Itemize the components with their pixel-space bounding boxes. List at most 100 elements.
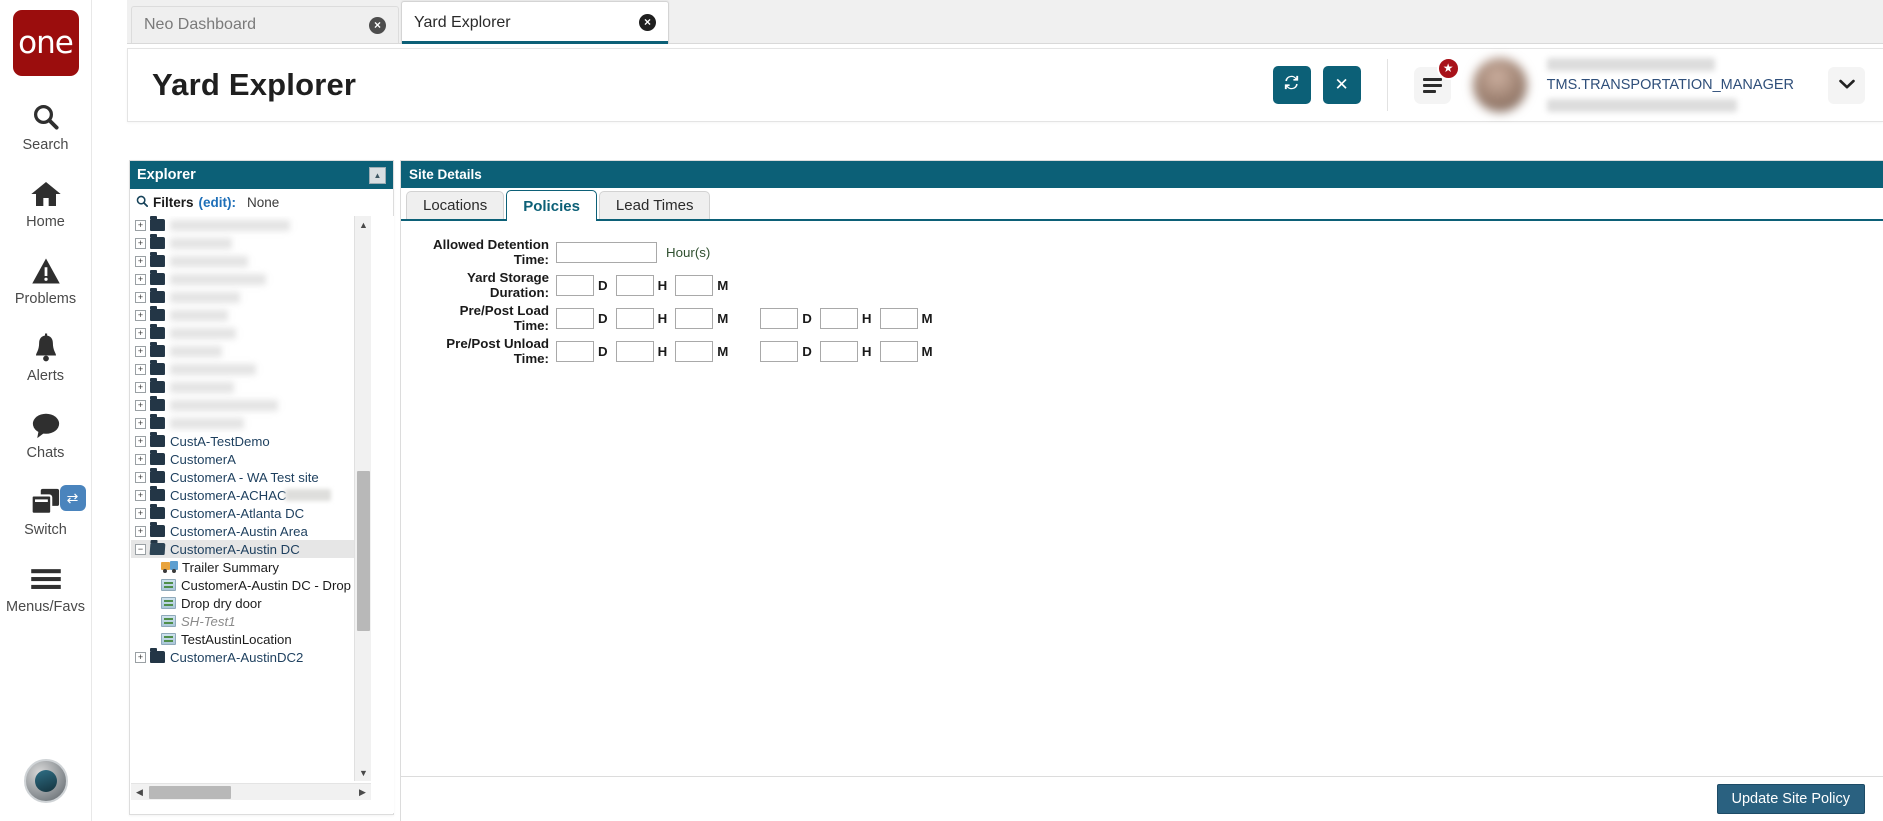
- triangle-down-icon[interactable]: ▼: [355, 764, 372, 781]
- tree-node[interactable]: +: [131, 414, 371, 432]
- tree-expand-icon[interactable]: +: [135, 291, 146, 303]
- swap-arrows-icon[interactable]: ⇄: [59, 485, 86, 511]
- tree-expand-icon[interactable]: +: [135, 489, 146, 501]
- post-load-minutes-input[interactable]: [879, 307, 918, 329]
- tree-expand-icon[interactable]: +: [135, 327, 146, 339]
- rail-item-menus-favs[interactable]: Menus/Favs: [0, 562, 92, 615]
- triangle-right-icon[interactable]: ▶: [354, 784, 371, 801]
- tree-expand-icon[interactable]: +: [135, 471, 146, 483]
- tree-expand-icon[interactable]: +: [135, 345, 146, 357]
- tree-node[interactable]: +: [131, 396, 371, 414]
- update-site-policy-button[interactable]: Update Site Policy: [1716, 784, 1865, 814]
- browser-tab-yard-explorer[interactable]: Yard Explorer ×: [401, 1, 669, 44]
- tree-expand-icon[interactable]: +: [135, 651, 146, 663]
- refresh-button[interactable]: [1272, 66, 1311, 104]
- tree-leaf[interactable]: Drop dry door: [131, 594, 371, 612]
- explorer-tree[interactable]: + + + + + + + + + + + + + CustA-TestDemo + CustomerA + Cu…: [131, 216, 371, 781]
- tree-expand-icon[interactable]: +: [135, 399, 146, 411]
- assistant-avatar-button[interactable]: [23, 759, 68, 803]
- tree-expand-icon[interactable]: +: [135, 363, 146, 375]
- tree-collapse-icon[interactable]: −: [135, 543, 146, 555]
- rail-item-switch[interactable]: ⇄ Switch: [0, 485, 92, 538]
- tree-node[interactable]: +: [131, 378, 371, 396]
- rail-item-label: Search: [22, 137, 69, 153]
- tree-node[interactable]: +: [131, 342, 371, 360]
- post-unload-minutes-input[interactable]: [879, 340, 918, 362]
- tree-expand-icon[interactable]: +: [135, 273, 146, 285]
- tree-node[interactable]: +: [131, 324, 371, 342]
- post-unload-hours-input[interactable]: [819, 340, 858, 362]
- tree-leaf[interactable]: CustomerA-Austin DC - Drop: [131, 576, 371, 594]
- one-network-logo[interactable]: one: [12, 10, 79, 76]
- rail-item-chats[interactable]: Chats: [0, 408, 92, 461]
- tree-node[interactable]: + CustomerA-AustinDC2: [131, 648, 371, 666]
- tree-node[interactable]: + CustA-TestDemo: [131, 432, 371, 450]
- tree-expand-icon[interactable]: +: [135, 237, 146, 249]
- tree-expand-icon[interactable]: +: [135, 507, 146, 519]
- tree-node[interactable]: +: [131, 270, 371, 288]
- pre-load-minutes-input[interactable]: [675, 307, 714, 329]
- rail-item-search[interactable]: Search: [0, 100, 92, 153]
- tree-node[interactable]: +: [131, 252, 371, 270]
- tree-leaf[interactable]: SH-Test1: [131, 612, 371, 630]
- avatar[interactable]: [1472, 58, 1527, 112]
- rail-item-alerts[interactable]: Alerts: [0, 331, 92, 384]
- tab-lead-times[interactable]: Lead Times: [598, 191, 711, 219]
- tree-horizontal-scrollbar[interactable]: ◀ ▶: [131, 783, 371, 800]
- pre-unload-hours-input[interactable]: [615, 340, 654, 362]
- tab-locations[interactable]: Locations: [406, 191, 505, 219]
- user-menu-button[interactable]: [1828, 66, 1865, 104]
- tree-node[interactable]: +: [131, 288, 371, 306]
- tree-expand-icon[interactable]: +: [135, 525, 146, 537]
- triangle-up-icon[interactable]: ▲: [355, 216, 372, 233]
- close-circle-icon[interactable]: ×: [369, 16, 386, 34]
- tree-expand-icon[interactable]: +: [135, 381, 146, 393]
- tree-node[interactable]: +: [131, 306, 371, 324]
- vertical-scroll-thumb[interactable]: [357, 471, 370, 631]
- browser-tab-neo-dashboard[interactable]: Neo Dashboard ×: [131, 6, 399, 43]
- rail-item-problems[interactable]: Problems: [0, 254, 92, 307]
- horizontal-scroll-thumb[interactable]: [149, 786, 231, 799]
- tree-node-label: CustomerA: [170, 451, 236, 467]
- favorites-menu-button[interactable]: ★: [1413, 56, 1460, 104]
- yard-storage-hours-input[interactable]: [615, 274, 654, 296]
- rail-item-home[interactable]: Home: [0, 177, 92, 230]
- tree-leaf[interactable]: TestAustinLocation: [131, 630, 371, 648]
- tree-node[interactable]: − CustomerA-Austin DC: [131, 540, 371, 558]
- pre-unload-days-input[interactable]: [556, 340, 594, 362]
- tree-node[interactable]: + CustomerA-Austin Area: [131, 522, 371, 540]
- tree-node[interactable]: + CustomerA: [131, 450, 371, 468]
- pre-load-hours-input[interactable]: [615, 307, 654, 329]
- post-unload-days-input[interactable]: [760, 340, 799, 362]
- tree-vertical-scrollbar[interactable]: ▲ ▼: [354, 216, 371, 781]
- tree-expand-icon[interactable]: +: [135, 417, 146, 429]
- post-load-hours-input[interactable]: [819, 307, 858, 329]
- tree-expand-icon[interactable]: +: [135, 453, 146, 465]
- tree-expand-icon[interactable]: +: [135, 435, 146, 447]
- close-circle-icon[interactable]: ×: [639, 14, 656, 31]
- triangle-left-icon[interactable]: ◀: [131, 784, 148, 801]
- tree-node[interactable]: + CustomerA - WA Test site: [131, 468, 371, 486]
- tree-node[interactable]: +: [131, 234, 371, 252]
- filters-edit-link[interactable]: (edit):: [199, 195, 237, 210]
- tree-node[interactable]: +: [131, 360, 371, 378]
- tab-policies[interactable]: Policies: [506, 190, 597, 221]
- tree-leaf[interactable]: Trailer Summary: [131, 558, 371, 576]
- yard-storage-minutes-input[interactable]: [675, 274, 714, 296]
- tree-node[interactable]: + CustomerA-ACHAC: [131, 486, 371, 504]
- chat-bubble-icon: [31, 408, 61, 442]
- allowed-detention-input[interactable]: [556, 241, 657, 263]
- close-page-button[interactable]: ✕: [1322, 66, 1361, 104]
- rail-item-label: Problems: [14, 291, 77, 307]
- post-load-days-input[interactable]: [760, 307, 799, 329]
- pre-load-days-input[interactable]: [556, 307, 594, 329]
- tree-node[interactable]: + CustomerA-Atlanta DC: [131, 504, 371, 522]
- collapse-up-icon[interactable]: ▲: [369, 166, 386, 184]
- pre-unload-minutes-input[interactable]: [675, 340, 714, 362]
- tree-expand-icon[interactable]: +: [135, 219, 146, 231]
- yard-storage-days-input[interactable]: [556, 274, 594, 296]
- tree-expand-icon[interactable]: +: [135, 255, 146, 267]
- tree-node[interactable]: +: [131, 216, 371, 234]
- tree-expand-icon[interactable]: +: [135, 309, 146, 321]
- explorer-filters-bar: Filters (edit): None: [130, 189, 393, 215]
